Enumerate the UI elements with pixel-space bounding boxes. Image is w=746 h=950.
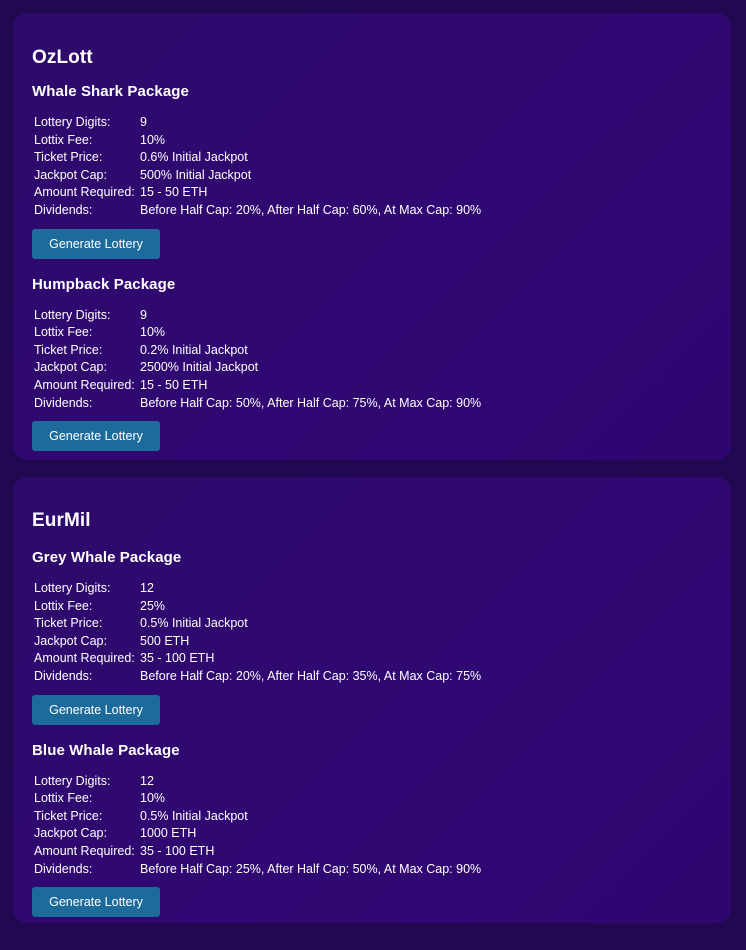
spec-label: Lottery Digits:	[34, 581, 111, 595]
spec-value: 12	[140, 581, 154, 595]
spec-row-jackpot-cap: Jackpot Cap: 500 ETH	[34, 633, 481, 651]
package-specs-table: Lottery Digits: 9 Lottix Fee: 10% Ticket…	[34, 114, 481, 220]
spec-row-dividends: Dividends: Before Half Cap: 20%, After H…	[34, 668, 481, 686]
page: OzLott Whale Shark Package Lottery Digit…	[0, 0, 746, 950]
spec-label: Amount Required:	[34, 843, 135, 858]
spec-value: Before Half Cap: 50%, After Half Cap: 75…	[140, 395, 482, 410]
generate-lottery-button[interactable]: Generate Lottery	[32, 421, 160, 452]
spec-value: 0.2% Initial Jackpot	[140, 342, 248, 357]
spec-value: 9	[140, 115, 147, 129]
spec-label: Lottix Fee:	[34, 598, 93, 613]
spec-row-lottery-digits: Lottery Digits: 12	[34, 773, 481, 791]
spec-value: 35 - 100 ETH	[140, 651, 215, 666]
spec-label: Ticket Price:	[34, 342, 103, 357]
spec-row-lottery-digits: Lottery Digits: 12	[34, 580, 481, 598]
spec-value: 0.5% Initial Jackpot	[140, 808, 248, 823]
package-title: Blue Whale Package	[32, 741, 180, 759]
spec-value: 10%	[140, 132, 166, 147]
spec-label: Lottery Digits:	[34, 773, 111, 788]
spec-label: Jackpot Cap:	[34, 167, 107, 182]
generate-lottery-button[interactable]: Generate Lottery	[32, 228, 160, 259]
spec-label: Dividends:	[34, 668, 93, 683]
spec-row-ticket-price: Ticket Price: 0.2% Initial Jackpot	[34, 342, 481, 360]
spec-row-lottix-fee: Lottix Fee: 25%	[34, 598, 481, 616]
spec-row-jackpot-cap: Jackpot Cap: 2500% Initial Jackpot	[34, 359, 481, 377]
generate-lottery-button[interactable]: Generate Lottery	[32, 887, 160, 918]
spec-value: 0.6% Initial Jackpot	[140, 150, 248, 165]
lottery-title: OzLott	[32, 47, 93, 68]
spec-label: Amount Required:	[34, 651, 135, 666]
spec-row-lottery-digits: Lottery Digits: 9	[34, 114, 481, 132]
spec-label: Dividends:	[34, 861, 93, 876]
spec-row-dividends: Dividends: Before Half Cap: 50%, After H…	[34, 395, 481, 413]
spec-label: Dividends:	[34, 202, 93, 217]
spec-value: 0.5% Initial Jackpot	[140, 616, 248, 631]
package-specs-table: Lottery Digits: 9 Lottix Fee: 10% Ticket…	[34, 307, 481, 413]
spec-value: 10%	[140, 791, 166, 806]
spec-row-jackpot-cap: Jackpot Cap: 1000 ETH	[34, 825, 481, 843]
spec-value: 500% Initial Jackpot	[140, 167, 252, 182]
spec-label: Ticket Price:	[34, 616, 103, 631]
lottery-title: EurMil	[32, 510, 91, 531]
spec-row-lottery-digits: Lottery Digits: 9	[34, 307, 481, 325]
spec-row-amount-required: Amount Required: 35 - 100 ETH	[34, 650, 481, 668]
spec-label: Ticket Price:	[34, 150, 103, 165]
spec-row-ticket-price: Ticket Price: 0.5% Initial Jackpot	[34, 808, 481, 826]
package-title: Whale Shark Package	[32, 83, 189, 100]
spec-label: Lottix Fee:	[34, 791, 93, 806]
spec-value: Before Half Cap: 25%, After Half Cap: 50…	[140, 861, 482, 876]
spec-label: Lottery Digits:	[34, 115, 111, 129]
spec-value: 2500% Initial Jackpot	[140, 360, 259, 375]
spec-label: Amount Required:	[34, 185, 135, 200]
spec-row-dividends: Dividends: Before Half Cap: 20%, After H…	[34, 202, 481, 220]
spec-label: Dividends:	[34, 395, 93, 410]
spec-label: Jackpot Cap:	[34, 633, 107, 648]
spec-row-lottix-fee: Lottix Fee: 10%	[34, 132, 481, 150]
lottery-card-eurmil: EurMil Grey Whale Package Lottery Digits…	[13, 477, 731, 923]
spec-label: Ticket Price:	[34, 808, 103, 823]
spec-row-amount-required: Amount Required: 15 - 50 ETH	[34, 184, 481, 202]
spec-value: 15 - 50 ETH	[140, 185, 208, 200]
spec-row-lottix-fee: Lottix Fee: 10%	[34, 790, 481, 808]
spec-value: 1000 ETH	[140, 826, 197, 841]
spec-row-lottix-fee: Lottix Fee: 10%	[34, 324, 481, 342]
generate-lottery-button[interactable]: Generate Lottery	[32, 694, 160, 725]
spec-row-ticket-price: Ticket Price: 0.6% Initial Jackpot	[34, 149, 481, 167]
spec-row-amount-required: Amount Required: 15 - 50 ETH	[34, 377, 481, 395]
spec-label: Lottery Digits:	[34, 307, 111, 322]
package-specs-table: Lottery Digits: 12 Lottix Fee: 25% Ticke…	[34, 580, 481, 686]
spec-value: 12	[140, 773, 154, 788]
spec-row-jackpot-cap: Jackpot Cap: 500% Initial Jackpot	[34, 167, 481, 185]
spec-value: 500 ETH	[140, 633, 190, 648]
spec-label: Lottix Fee:	[34, 325, 93, 340]
spec-label: Lottix Fee:	[34, 132, 93, 147]
package-specs-table: Lottery Digits: 12 Lottix Fee: 10% Ticke…	[34, 773, 481, 879]
spec-value: 10%	[140, 325, 166, 340]
spec-value: 25%	[140, 598, 166, 613]
spec-label: Jackpot Cap:	[34, 360, 107, 375]
spec-row-ticket-price: Ticket Price: 0.5% Initial Jackpot	[34, 615, 481, 633]
spec-value: 15 - 50 ETH	[140, 377, 208, 392]
spec-value: 35 - 100 ETH	[140, 843, 215, 858]
lottery-card-ozlott: OzLott Whale Shark Package Lottery Digit…	[13, 13, 731, 460]
spec-row-dividends: Dividends: Before Half Cap: 25%, After H…	[34, 861, 481, 879]
package-title: Grey Whale Package	[32, 549, 182, 566]
spec-row-amount-required: Amount Required: 35 - 100 ETH	[34, 843, 481, 861]
spec-value: Before Half Cap: 20%, After Half Cap: 35…	[140, 668, 482, 683]
spec-value: 9	[140, 307, 147, 322]
package-title: Humpback Package	[32, 275, 176, 293]
spec-value: Before Half Cap: 20%, After Half Cap: 60…	[140, 202, 482, 217]
spec-label: Amount Required:	[34, 377, 135, 392]
spec-label: Jackpot Cap:	[34, 826, 107, 841]
